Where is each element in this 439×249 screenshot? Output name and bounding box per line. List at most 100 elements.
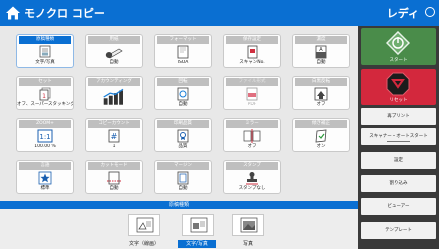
option-photo[interactable] — [232, 214, 264, 236]
tile-title: 傾き補正 — [295, 120, 347, 128]
option-text-line-art[interactable] — [128, 214, 160, 236]
header-bar: モノクロ コピー レディ — [0, 0, 439, 26]
tile-title: コピーカウント — [88, 120, 140, 128]
tile-value: 自動 — [178, 186, 188, 191]
document-type-icon — [39, 45, 51, 58]
tile-value: 1 — [112, 144, 116, 149]
skew-correction-icon — [315, 129, 327, 143]
svg-text:A: A — [319, 47, 323, 53]
tile-file-type[interactable]: ファイル形式 PDF — [223, 76, 281, 110]
option-label-photo: 写真 — [242, 241, 253, 247]
tile-paper[interactable]: 用紙 自動 — [85, 34, 143, 68]
tile-title: アカウンティング — [88, 78, 140, 86]
tile-value: 自動 — [178, 102, 188, 107]
stamp-icon — [246, 172, 258, 185]
tile-set[interactable]: セット 1 オフ、スーパースタッキング — [16, 76, 74, 110]
invert-icon — [314, 87, 328, 101]
template-button[interactable]: テンプレート — [361, 222, 436, 239]
option-text-photo[interactable] — [182, 214, 214, 236]
tile-value: スキャンNo. — [239, 60, 265, 65]
tile-value: 品質 — [178, 144, 188, 149]
option-label-text-photo: 文字/写真 — [178, 240, 216, 248]
photo-icon — [240, 217, 258, 233]
tile-invert[interactable]: 白黒反転 オフ — [292, 76, 350, 110]
text-photo-icon — [190, 217, 208, 233]
tile-density[interactable]: 濃度 A 自動 — [292, 34, 350, 68]
tile-title: マージン — [157, 162, 209, 170]
page-title: モノクロ コピー — [24, 7, 105, 20]
tile-title: フォーマット — [157, 36, 209, 44]
start-label: スタート — [389, 58, 408, 63]
original-type-bar: 原稿種類 — [0, 201, 358, 209]
start-button[interactable]: スタート — [361, 28, 436, 65]
format-icon — [177, 45, 189, 59]
reset-stop-icon — [386, 72, 410, 96]
mirror-icon — [243, 129, 261, 143]
cut-mode-icon — [107, 171, 121, 185]
rotate-icon — [177, 87, 189, 101]
option-label-text-line-art: 文字（線画） — [128, 241, 159, 247]
tile-original-type[interactable]: 原稿種類 文字/写真 — [16, 34, 74, 68]
tile-title: 用紙 — [88, 36, 140, 44]
reset-label: リセット — [389, 98, 408, 103]
settings-button[interactable]: 設定 — [361, 152, 436, 169]
tile-value: 文字/写真 — [35, 60, 55, 65]
tile-title: 言語 — [19, 162, 71, 170]
accounting-chart-icon — [103, 88, 124, 105]
tile-title: セット — [19, 78, 71, 86]
paper-roll-icon — [105, 48, 123, 59]
copy-count-icon: # — [108, 129, 120, 143]
zoom-1to1-icon: 1:1 — [37, 129, 53, 143]
tile-title: ミラー — [226, 120, 278, 128]
tile-skew-correction[interactable]: 傾き補正 オン — [292, 118, 350, 152]
tile-value: オン — [316, 144, 326, 149]
svg-text:1: 1 — [42, 93, 46, 100]
tile-value: PDF — [247, 102, 257, 107]
home-icon[interactable] — [4, 4, 22, 22]
tile-value: 自動 — [109, 60, 119, 65]
tile-accounting[interactable]: アカウンティング — [85, 76, 143, 110]
set-stack-icon: 1 — [39, 87, 51, 101]
tile-value: オフ — [316, 102, 326, 107]
tile-value: 標準 — [40, 186, 50, 191]
sidebar: スタート リセット 再プリント スキャナー・オートスタート 設定 割り込み ビュ… — [358, 26, 439, 249]
tile-format[interactable]: フォーマット ISOA — [154, 34, 212, 68]
scanner-autostart-underline — [387, 141, 410, 142]
reprint-button[interactable]: 再プリント — [361, 108, 436, 125]
tile-zoom[interactable]: ZOOM+ 1:1 100.00 % — [16, 118, 74, 152]
interrupt-button[interactable]: 割り込み — [361, 175, 436, 192]
tile-print-quality[interactable]: 印刷品質 品質 — [154, 118, 212, 152]
tile-title: カットモード — [88, 162, 140, 170]
viewer-button[interactable]: ビューアー — [361, 198, 436, 215]
tile-preset[interactable]: 言語 標準 — [16, 160, 74, 194]
tile-mirror[interactable]: ミラー オフ — [223, 118, 281, 152]
tile-value: ISOA — [177, 60, 189, 65]
start-diamond-icon — [386, 31, 410, 55]
svg-text:1:1: 1:1 — [39, 133, 50, 141]
reset-button[interactable]: リセット — [361, 69, 436, 105]
tile-title: 保存設定 — [226, 36, 278, 44]
tile-title: 印刷品質 — [157, 120, 209, 128]
tile-title: 濃度 — [295, 36, 347, 44]
function-grid: 原稿種類 文字/写真 用紙 自動 フォーマット ISOA 保存設定 スキャンNo… — [0, 26, 358, 201]
original-type-panel: 原稿種類 文字（線画） 文字/写真 写真 — [0, 201, 358, 249]
tile-rotate[interactable]: 回転 自動 — [154, 76, 212, 110]
tile-title: 白黒反転 — [295, 78, 347, 86]
tile-cut-mode[interactable]: カットモード 自動 — [85, 160, 143, 194]
tile-title: 原稿種類 — [19, 36, 71, 44]
tile-margin[interactable]: マージン 自動 — [154, 160, 212, 194]
tile-title: ZOOM+ — [19, 120, 71, 128]
svg-text:#: # — [111, 132, 118, 141]
star-icon — [38, 171, 52, 185]
tile-value: 自動 — [109, 186, 119, 191]
pdf-file-icon — [246, 87, 258, 101]
tile-copy-count[interactable]: コピーカウント # 1 — [85, 118, 143, 152]
scanner-autostart-label: スキャナー・オートスタート — [369, 134, 428, 139]
tile-stamp[interactable]: スタンプ スタンプなし — [223, 160, 281, 194]
scanner-autostart-button[interactable]: スキャナー・オートスタート — [361, 128, 436, 145]
margin-icon — [177, 171, 189, 185]
status-text: レディ — [386, 7, 419, 20]
tile-save-settings[interactable]: 保存設定 スキャンNo. — [223, 34, 281, 68]
print-quality-icon — [177, 129, 189, 143]
tile-value: 自動 — [316, 60, 326, 65]
